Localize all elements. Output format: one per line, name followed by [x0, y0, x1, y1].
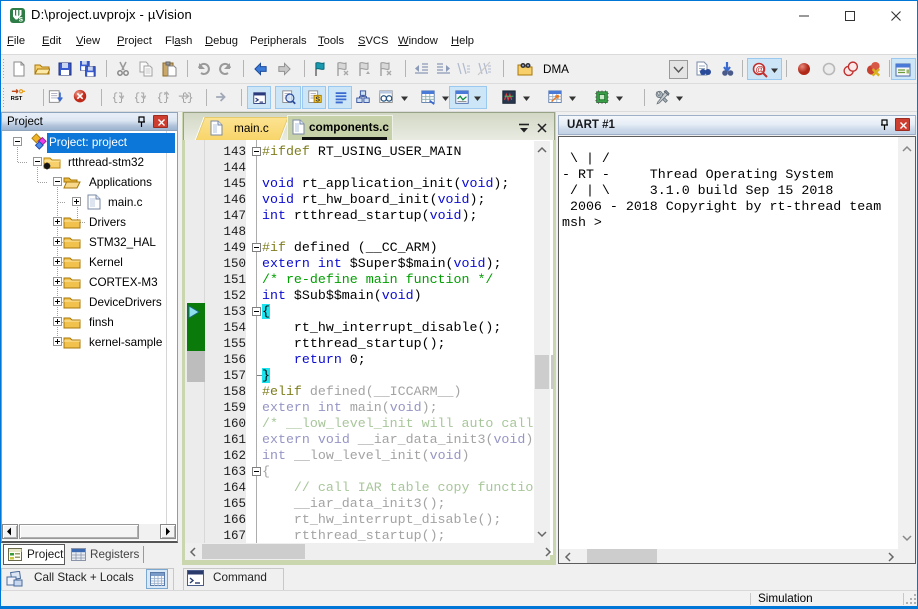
svg-text:{}: {} [134, 93, 147, 105]
svg-text:s: s [19, 15, 24, 24]
svg-text:{}: {} [112, 93, 125, 105]
svg-text:S: S [315, 96, 320, 104]
svg-text:RST: RST [11, 96, 23, 102]
